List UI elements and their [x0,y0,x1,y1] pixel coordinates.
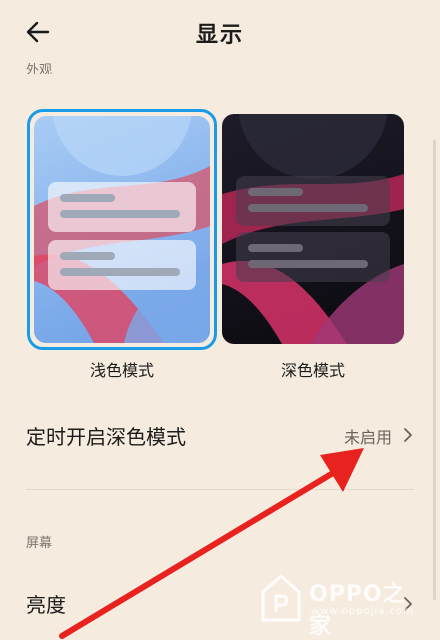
preview-panel [236,176,390,226]
oppo-home-logo-icon [261,574,301,622]
page-title: 显示 [195,23,244,48]
divider [26,489,414,490]
preview-panel [48,240,196,290]
dark-wallpaper-art [222,114,404,344]
schedule-dark-mode-status: 未启用 [343,428,392,447]
dark-mode-preview[interactable] [222,114,404,344]
preview-panel [48,182,196,232]
scrollbar[interactable] [433,140,436,600]
light-mode-preview[interactable] [27,109,217,350]
schedule-dark-mode-row[interactable]: 定时开启深色模式 未启用 [0,410,440,460]
oppo-home-watermark: OPPO之家 www.oppojia.com [257,572,427,639]
watermark-url: www.oppojia.com [311,606,414,617]
schedule-dark-mode-title: 定时开启深色模式 [26,425,186,449]
brightness-title: 亮度 [26,593,66,617]
dark-wallpaper [222,114,404,344]
light-wallpaper [34,116,210,343]
top-bar: 显示 [0,0,440,64]
chevron-right-icon [404,428,412,442]
dark-mode-label[interactable]: 深色模式 [218,357,408,381]
section-label-screen: 屏幕 [26,536,53,551]
section-label-appearance: 外观 [26,63,53,74]
preview-panel [236,232,390,282]
light-mode-label[interactable]: 浅色模式 [27,357,217,381]
